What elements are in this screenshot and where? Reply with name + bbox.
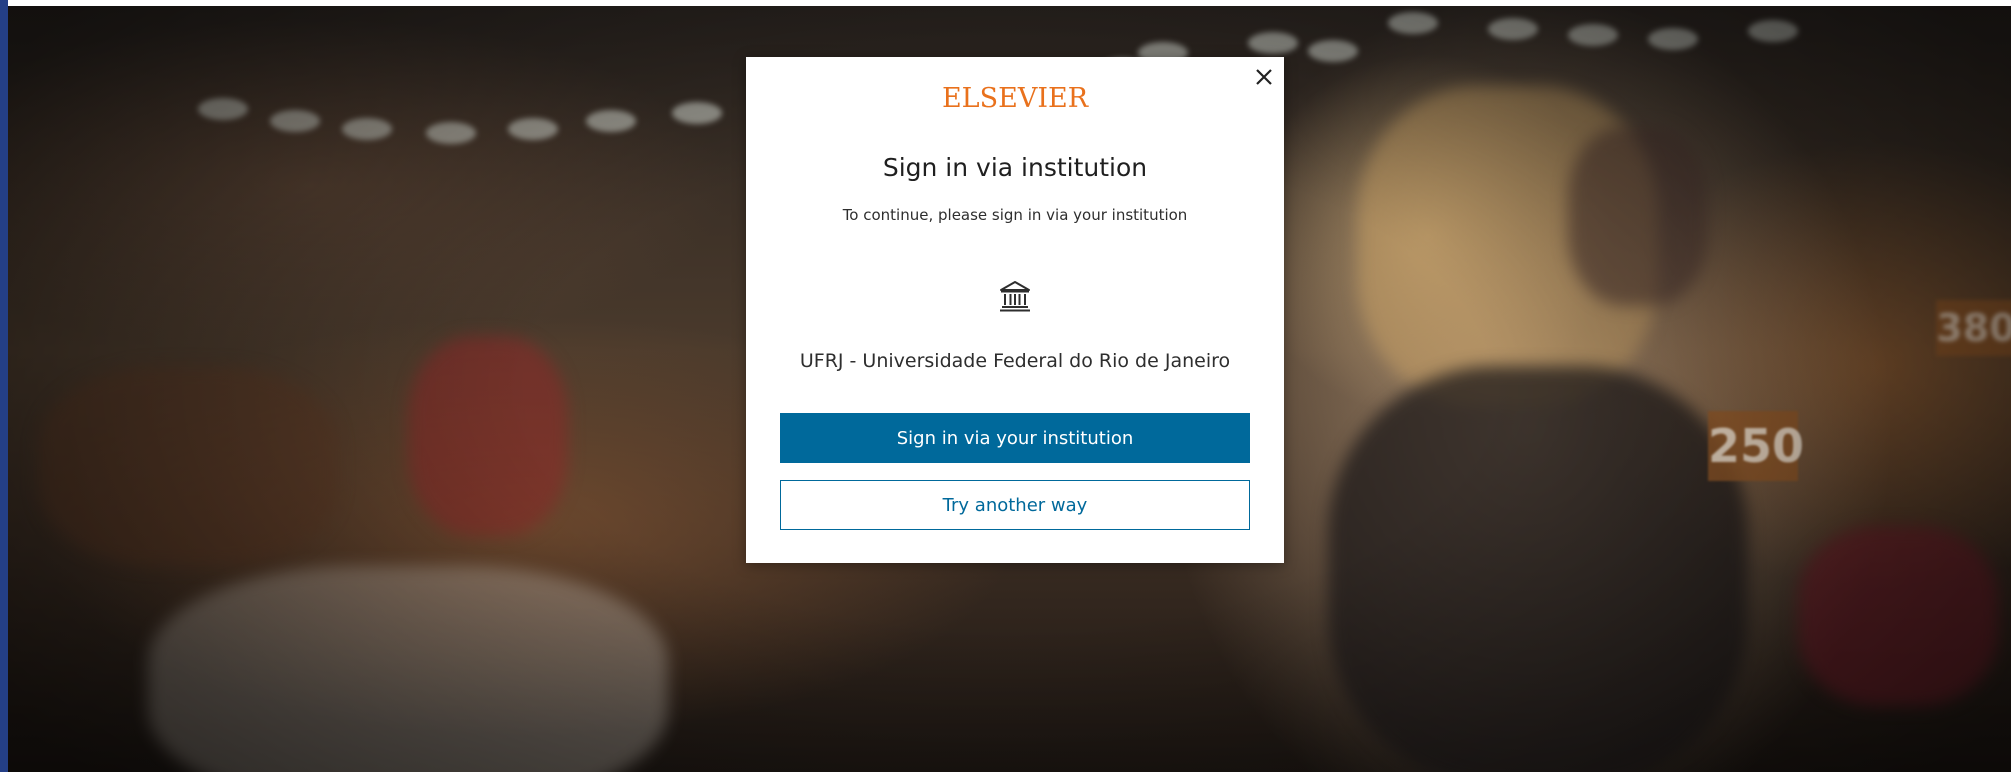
try-another-way-button[interactable]: Try another way bbox=[780, 480, 1250, 530]
elsevier-logo: ELSEVIER bbox=[941, 83, 1089, 114]
page: 250 380 ELSEVIER Sign in via institution… bbox=[0, 0, 2011, 772]
dialog-title: Sign in via institution bbox=[882, 153, 1148, 182]
institution-name: UFRJ - Universidade Federal do Rio de Ja… bbox=[799, 350, 1231, 372]
institution-building-icon bbox=[1000, 281, 1030, 312]
side-strip bbox=[0, 0, 8, 772]
sign-in-dialog: ELSEVIER Sign in via institution To cont… bbox=[746, 57, 1284, 563]
sign-in-institution-button[interactable]: Sign in via your institution bbox=[780, 413, 1250, 463]
dialog-subtitle: To continue, please sign in via your ins… bbox=[842, 206, 1188, 224]
